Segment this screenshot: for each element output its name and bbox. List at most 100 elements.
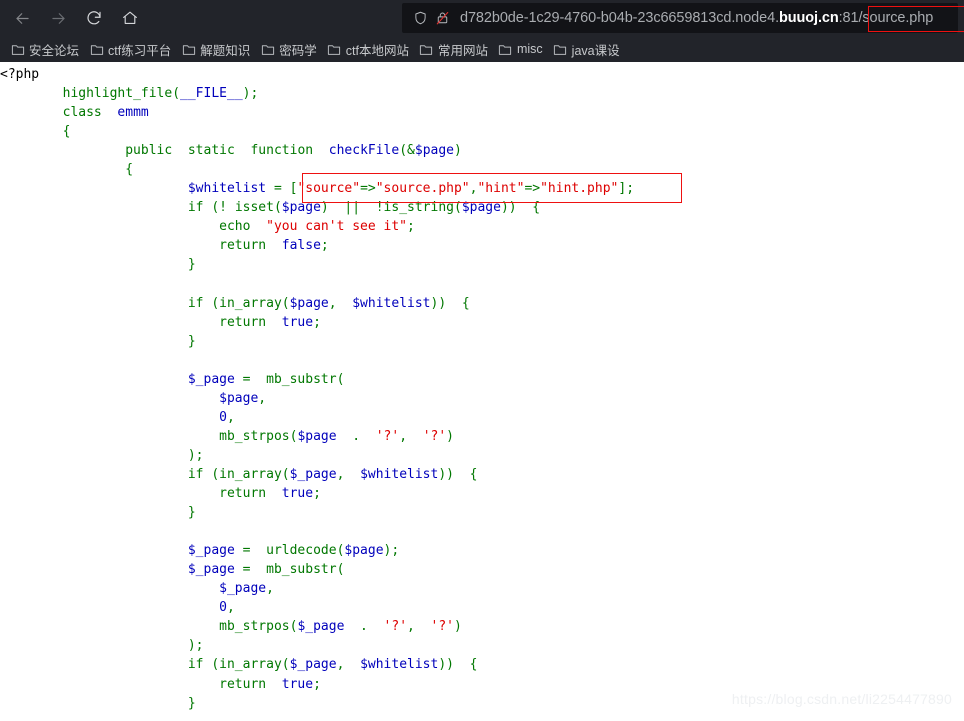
code-line: } [0, 334, 196, 349]
back-button[interactable] [6, 3, 38, 33]
code-token: if [187, 657, 204, 673]
code-token: { [125, 162, 134, 178]
code-token: ( [203, 657, 220, 673]
code-token: highlight_file [62, 86, 173, 102]
bookmark-item[interactable]: 密码学 [256, 38, 323, 60]
code-line: return true; [0, 315, 321, 330]
home-button[interactable] [114, 3, 146, 33]
code-line: { [0, 162, 133, 177]
code-token: $whitelist [360, 657, 439, 673]
code-token: ) [320, 200, 329, 216]
code-token: => [524, 181, 541, 197]
url-prefix: d782b0de-1c29-4760-b04b-23c6659813cd.nod… [460, 10, 780, 26]
reload-button[interactable] [78, 3, 110, 33]
code-line: return true; [0, 677, 321, 692]
code-line: { [0, 124, 71, 140]
code-line: } [0, 257, 196, 272]
code-token: ! [375, 200, 384, 216]
bookmark-item[interactable]: java课设 [549, 38, 626, 60]
code-token: ; [313, 486, 321, 502]
bookmark-item[interactable]: ctf本地网站 [323, 38, 415, 60]
code-line: $whitelist = ["source"=>"source.php","hi… [0, 181, 634, 196]
code-token: ( [281, 466, 290, 482]
bookmark-label: java课设 [571, 43, 620, 58]
code-token: ) [454, 619, 462, 635]
code-token: } [187, 257, 196, 273]
code-token: __FILE__ [180, 86, 243, 102]
code-token: $_page [187, 371, 235, 387]
code-token: $page [219, 390, 259, 406]
code-token: class [62, 105, 102, 121]
code-token: { [454, 657, 478, 673]
shield-icon[interactable] [410, 8, 430, 28]
code-token: <?php [0, 67, 40, 82]
code-token: if [187, 200, 204, 216]
code-token: in_array [219, 466, 282, 482]
lock-crossed-out-icon[interactable] [432, 8, 452, 28]
code-token: { [62, 124, 71, 140]
forward-button[interactable] [42, 3, 74, 33]
code-token: , [226, 409, 235, 425]
reload-icon [87, 11, 101, 25]
bookmark-item[interactable]: 解题知识 [177, 38, 256, 60]
arrow-right-icon [51, 12, 65, 24]
folder-icon [327, 42, 342, 57]
address-bar[interactable]: d782b0de-1c29-4760-b04b-23c6659813cd.nod… [402, 3, 958, 33]
code-token: || [328, 200, 376, 216]
code-line: if (in_array($_page, $whitelist)) { [0, 657, 478, 673]
bookmarks-bar: 安全论坛 ctf练习平台 解题知识 密码学 ctf本地网站 常用网站 misc java课设 [0, 36, 964, 62]
code-token: $whitelist [187, 181, 267, 197]
folder-icon [419, 42, 434, 57]
code-token: $_page [187, 562, 235, 578]
code-token: '?' [383, 619, 408, 635]
code-token: ; [313, 676, 321, 692]
code-token: ( [273, 200, 282, 216]
bookmark-item[interactable]: 常用网站 [415, 38, 494, 60]
code-token: { [446, 295, 470, 311]
code-line: return true; [0, 486, 321, 501]
code-token: in_array [219, 295, 282, 311]
folder-icon [181, 42, 196, 57]
bookmark-label: misc [516, 42, 543, 56]
code-token: (& [399, 143, 415, 159]
bookmark-item[interactable]: 安全论坛 [6, 38, 85, 60]
code-token: , [258, 390, 267, 406]
url-text[interactable]: d782b0de-1c29-4760-b04b-23c6659813cd.nod… [460, 10, 933, 26]
code-line: if (! isset($page) || !is_string($page))… [0, 200, 540, 215]
code-token: => [360, 181, 376, 197]
bookmark-item[interactable]: misc [494, 38, 549, 60]
code-token: , [226, 600, 235, 616]
code-token: if [187, 295, 204, 311]
code-token: ; [313, 314, 321, 330]
bookmark-item[interactable]: ctf练习平台 [85, 38, 177, 60]
code-line: ); [0, 638, 204, 653]
code-token: mb_substr [266, 562, 337, 578]
code-token: checkFile [328, 143, 400, 159]
code-token: )) [438, 657, 454, 673]
code-token: . [344, 619, 384, 635]
